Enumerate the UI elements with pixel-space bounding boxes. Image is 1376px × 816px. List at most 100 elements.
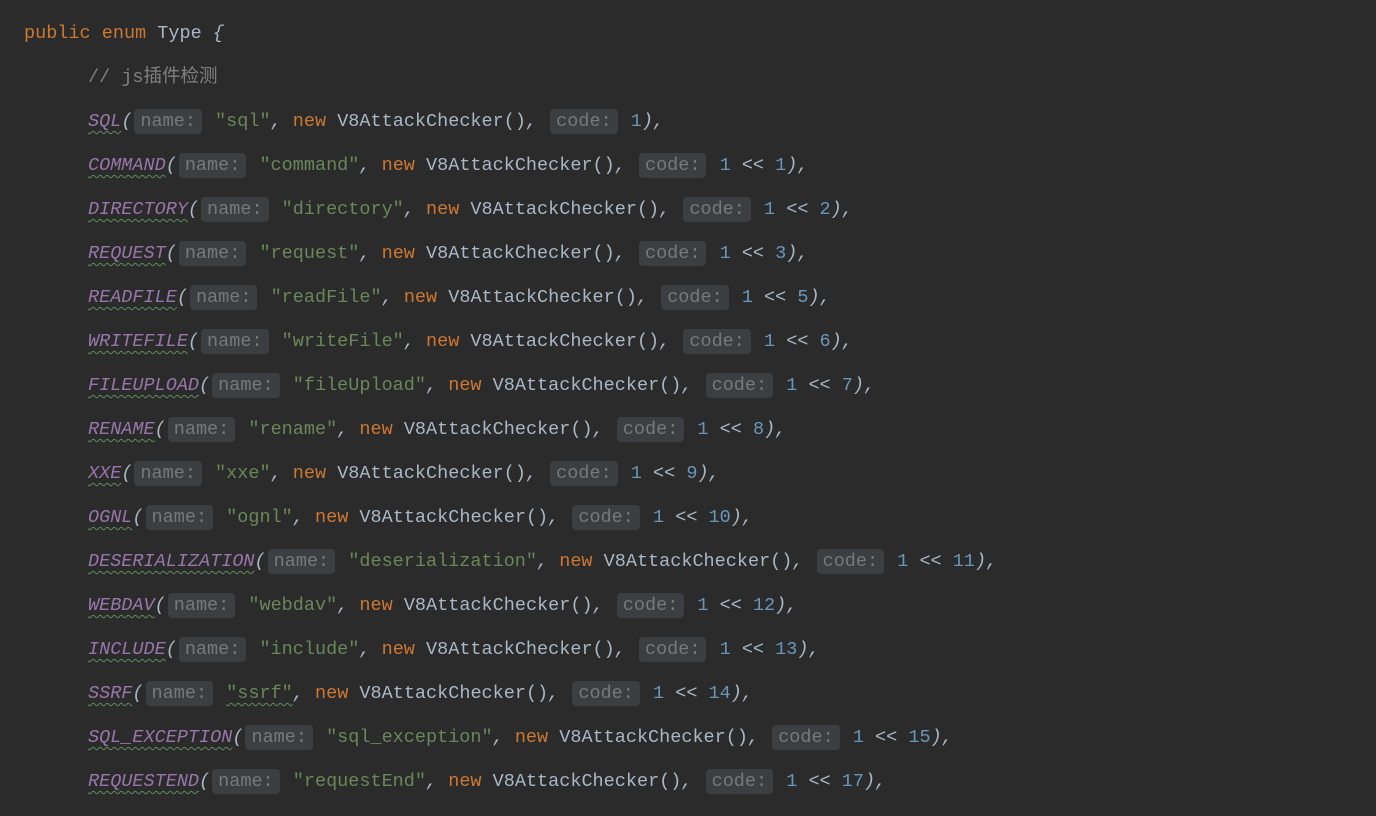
- constructor-call: V8AttackChecker(): [337, 463, 526, 484]
- keyword-new: new: [515, 727, 548, 748]
- string-literal: "writeFile": [282, 331, 404, 352]
- enum-entry[interactable]: REQUESTEND(name: "requestEnd", new V8Att…: [8, 760, 1376, 804]
- constructor-call: V8AttackChecker(): [426, 155, 615, 176]
- string-literal: "rename": [248, 419, 337, 440]
- enum-entry[interactable]: SQL(name: "sql", new V8AttackChecker(), …: [8, 100, 1376, 144]
- param-hint-code: code:: [617, 417, 685, 442]
- constructor-call: V8AttackChecker(): [426, 639, 615, 660]
- enum-constant: XXE: [88, 463, 121, 484]
- string-literal: "ognl": [226, 507, 293, 528]
- enum-constant: SQL_EXCEPTION: [88, 727, 232, 748]
- constructor-call: V8AttackChecker(): [470, 331, 659, 352]
- enum-constant: REQUEST: [88, 243, 166, 264]
- string-literal: "sql_exception": [326, 727, 493, 748]
- enum-entry[interactable]: DESERIALIZATION(name: "deserialization",…: [8, 540, 1376, 584]
- enum-entry[interactable]: INCLUDE(name: "include", new V8AttackChe…: [8, 628, 1376, 672]
- string-literal: "fileUpload": [293, 375, 426, 396]
- param-hint-name: name:: [179, 153, 247, 178]
- enum-entry[interactable]: SSRF(name: "ssrf", new V8AttackChecker()…: [8, 672, 1376, 716]
- enum-entry[interactable]: XXE(name: "xxe", new V8AttackChecker(), …: [8, 452, 1376, 496]
- enum-entry[interactable]: COMMAND(name: "command", new V8AttackChe…: [8, 144, 1376, 188]
- param-hint-name: name:: [179, 637, 247, 662]
- param-hint-name: name:: [146, 505, 214, 530]
- enum-constant: REQUESTEND: [88, 771, 199, 792]
- param-hint-name: name:: [201, 197, 269, 222]
- param-hint-name: name:: [201, 329, 269, 354]
- enum-entry[interactable]: REQUEST(name: "request", new V8AttackChe…: [8, 232, 1376, 276]
- string-literal: "command": [259, 155, 359, 176]
- enum-constant: FILEUPLOAD: [88, 375, 199, 396]
- param-hint-code: code:: [572, 681, 640, 706]
- keyword-new: new: [359, 595, 392, 616]
- constructor-call: V8AttackChecker(): [559, 727, 748, 748]
- string-literal: "readFile": [271, 287, 382, 308]
- enum-entry[interactable]: READFILE(name: "readFile", new V8AttackC…: [8, 276, 1376, 320]
- enum-constant: WRITEFILE: [88, 331, 188, 352]
- enum-constant: DESERIALIZATION: [88, 551, 255, 572]
- keyword-new: new: [315, 683, 348, 704]
- keyword-new: new: [315, 507, 348, 528]
- param-hint-code: code:: [706, 373, 774, 398]
- enum-constant: SQL: [88, 111, 121, 132]
- param-hint-name: name:: [212, 373, 280, 398]
- param-hint-code: code:: [639, 153, 707, 178]
- constructor-call: V8AttackChecker(): [426, 243, 615, 264]
- param-hint-code: code:: [550, 461, 618, 486]
- enum-entry[interactable]: WEBDAV(name: "webdav", new V8AttackCheck…: [8, 584, 1376, 628]
- string-literal: "webdav": [248, 595, 337, 616]
- param-hint-name: name:: [212, 769, 280, 794]
- keyword-new: new: [293, 111, 326, 132]
- string-literal: "deserialization": [348, 551, 537, 572]
- enum-entry[interactable]: OGNL(name: "ognl", new V8AttackChecker()…: [8, 496, 1376, 540]
- enum-constant: DIRECTORY: [88, 199, 188, 220]
- param-hint-code: code:: [639, 241, 707, 266]
- param-hint-name: name:: [134, 109, 202, 134]
- param-hint-code: code:: [617, 593, 685, 618]
- param-hint-code: code:: [817, 549, 885, 574]
- constructor-call: V8AttackChecker(): [359, 683, 548, 704]
- param-hint-name: name:: [190, 285, 258, 310]
- param-hint-code: code:: [706, 769, 774, 794]
- enum-constant: OGNL: [88, 507, 132, 528]
- keyword-new: new: [448, 771, 481, 792]
- enum-constant: RENAME: [88, 419, 155, 440]
- enum-entry[interactable]: FILEUPLOAD(name: "fileUpload", new V8Att…: [8, 364, 1376, 408]
- param-hint-name: name:: [268, 549, 336, 574]
- constructor-call: V8AttackChecker(): [448, 287, 637, 308]
- param-hint-name: name:: [168, 593, 236, 618]
- enum-constant: WEBDAV: [88, 595, 155, 616]
- keyword-new: new: [382, 243, 415, 264]
- code-line[interactable]: public enum Type {: [8, 12, 1376, 56]
- param-hint-code: code:: [683, 197, 751, 222]
- enum-entry[interactable]: WRITEFILE(name: "writeFile", new V8Attac…: [8, 320, 1376, 364]
- constructor-call: V8AttackChecker(): [604, 551, 793, 572]
- enum-constant: COMMAND: [88, 155, 166, 176]
- enum-constant: READFILE: [88, 287, 177, 308]
- enum-constant: INCLUDE: [88, 639, 166, 660]
- string-literal: "ssrf": [226, 683, 293, 704]
- enum-entry[interactable]: RENAME(name: "rename", new V8AttackCheck…: [8, 408, 1376, 452]
- enum-entry[interactable]: DIRECTORY(name: "directory", new V8Attac…: [8, 188, 1376, 232]
- string-literal: "request": [259, 243, 359, 264]
- param-hint-name: name:: [134, 461, 202, 486]
- param-hint-name: name:: [179, 241, 247, 266]
- string-literal: "requestEnd": [293, 771, 426, 792]
- param-hint-code: code:: [572, 505, 640, 530]
- param-hint-code: code:: [772, 725, 840, 750]
- enum-constant: SSRF: [88, 683, 132, 704]
- param-hint-code: code:: [639, 637, 707, 662]
- code-line-comment[interactable]: // js插件检测: [8, 56, 1376, 100]
- code-editor[interactable]: public enum Type { // js插件检测 SQL(name: "…: [8, 12, 1376, 804]
- param-hint-code: code:: [683, 329, 751, 354]
- constructor-call: V8AttackChecker(): [359, 507, 548, 528]
- param-hint-code: code:: [661, 285, 729, 310]
- string-literal: "xxe": [215, 463, 271, 484]
- param-hint-name: name:: [245, 725, 313, 750]
- keyword-new: new: [382, 155, 415, 176]
- constructor-call: V8AttackChecker(): [470, 199, 659, 220]
- param-hint-name: name:: [146, 681, 214, 706]
- string-literal: "include": [259, 639, 359, 660]
- comment-text: // js插件检测: [88, 67, 218, 88]
- enum-entry[interactable]: SQL_EXCEPTION(name: "sql_exception", new…: [8, 716, 1376, 760]
- keyword-new: new: [359, 419, 392, 440]
